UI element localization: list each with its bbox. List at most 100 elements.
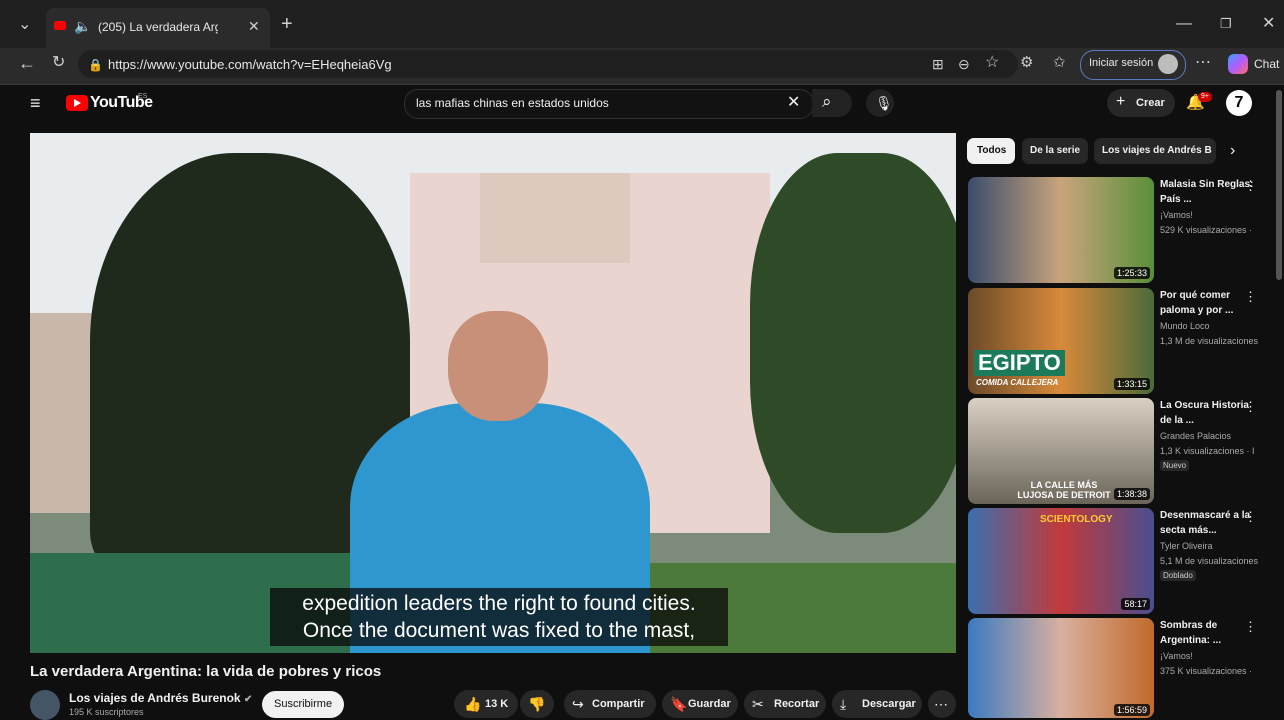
search-button[interactable]	[812, 89, 852, 117]
search-query: las mafias chinas en estados unidos	[416, 96, 609, 110]
kebab-menu-icon[interactable]: ⋮	[1244, 619, 1257, 635]
video-title: La verdadera Argentina: la vida de pobre…	[30, 663, 382, 680]
subtitle-line-1: expedition leaders the right to found ci…	[302, 592, 696, 615]
tab-list-icon[interactable]: ⌄	[18, 17, 31, 33]
subscriber-count: 195 K suscriptores	[69, 707, 144, 717]
search-icon: ⌕	[822, 92, 832, 111]
close-window-icon[interactable]: ✕	[1262, 16, 1275, 32]
create-label: Crear	[1136, 97, 1165, 109]
lock-icon[interactable]: 🔒	[88, 57, 103, 73]
tab-title: (205) La verdadera Argentina	[98, 20, 218, 34]
page-scrollbar[interactable]	[1276, 90, 1282, 280]
thumbnail-caption: SCIENTOLOGY	[1040, 514, 1113, 525]
more-menu-icon[interactable]: ⋯	[1195, 55, 1211, 71]
related-thumbnail-3[interactable]: LA CALLE MÁS LUJOSA DE DETROIT 1:38:38	[968, 398, 1154, 504]
video-player[interactable]: expedition leaders the right to found ci…	[30, 133, 956, 653]
related-channel-4: Tyler Oliveira	[1160, 541, 1213, 551]
related-thumbnail-4[interactable]: SCIENTOLOGY 58:17	[968, 508, 1154, 614]
related-meta-2: 1,3 M de visualizaciones	[1160, 336, 1259, 346]
chip-series-label: De la serie	[1030, 145, 1081, 156]
related-meta-5: 375 K visualizaciones ·	[1160, 666, 1253, 676]
youtube-favicon-icon	[54, 21, 66, 30]
favorites-icon[interactable]: ✩	[1053, 55, 1066, 71]
kebab-menu-icon[interactable]: ⋮	[1244, 289, 1257, 305]
notification-badge: 9+	[1198, 92, 1212, 102]
download-label: Descargar	[862, 698, 916, 710]
favorite-star-icon[interactable]: ☆	[985, 55, 999, 71]
download-icon: ⤓	[840, 696, 847, 712]
like-count: 13 K	[485, 698, 509, 710]
bookmark-icon: 🔖	[670, 696, 688, 712]
plus-icon: +	[1116, 93, 1126, 110]
back-icon[interactable]: ←	[18, 54, 36, 72]
duration-badge: 1:25:33	[1113, 267, 1150, 279]
clip-label: Recortar	[774, 698, 820, 710]
related-meta-1: 529 K visualizaciones ·	[1160, 225, 1253, 235]
kebab-menu-icon[interactable]: ⋮	[1244, 178, 1257, 194]
thumbnail-caption: LA CALLE MÁS LUJOSA DE DETROIT	[1017, 480, 1111, 500]
video-frame-person-head	[448, 311, 548, 421]
app-available-icon[interactable]: ⊞	[932, 56, 944, 72]
channel-name-text: Los viajes de Andrés Burenok	[69, 691, 241, 705]
thumbnail-subcaption: COMIDA CALLEJERA	[976, 378, 1059, 387]
minimize-icon[interactable]: —	[1176, 16, 1192, 32]
related-thumbnail-2[interactable]: EGIPTO COMIDA CALLEJERA 1:33:15	[968, 288, 1154, 394]
signin-label: Iniciar sesión	[1089, 57, 1154, 69]
hamburger-menu-icon[interactable]: ≡	[30, 94, 41, 112]
share-label: Compartir	[592, 698, 645, 710]
dubbed-badge: Doblado	[1160, 570, 1196, 581]
chip-channel-label: Los viajes de Andrés Bu	[1102, 145, 1212, 156]
url-text: https://www.youtube.com/watch?v=EHeqheia…	[108, 57, 392, 72]
close-tab-icon[interactable]: ✕	[248, 18, 260, 34]
account-avatar[interactable]: 7	[1226, 90, 1252, 116]
chevron-right-icon[interactable]: ›	[1230, 143, 1235, 159]
copilot-icon[interactable]	[1228, 54, 1248, 74]
save-label: Guardar	[688, 698, 731, 710]
related-channel-5: ¡Vamos!	[1160, 651, 1193, 661]
chat-label[interactable]: Chat	[1254, 57, 1279, 71]
related-title-3[interactable]: La Oscura Historia de la ...	[1160, 398, 1256, 428]
duration-badge: 1:38:38	[1113, 488, 1150, 500]
kebab-menu-icon[interactable]: ⋮	[1244, 509, 1257, 525]
related-channel-2: Mundo Loco	[1160, 321, 1210, 331]
thumbs-up-icon: 👍	[464, 696, 482, 712]
new-tab-icon[interactable]: +	[281, 14, 293, 34]
thumbnail-caption: EGIPTO	[974, 350, 1065, 376]
subscribe-label: Suscribirme	[274, 698, 333, 710]
related-thumbnail-1[interactable]: 1:25:33	[968, 177, 1154, 283]
extensions-icon[interactable]: ⚙	[1020, 55, 1033, 71]
share-icon: ↪	[572, 696, 584, 712]
related-thumbnail-5[interactable]: 1:56:59	[968, 618, 1154, 718]
profile-avatar	[1158, 54, 1178, 74]
thumbs-down-icon: 👎	[528, 696, 546, 712]
related-channel-1: ¡Vamos!	[1160, 210, 1193, 220]
video-frame-tree-right	[750, 153, 956, 533]
related-title-2[interactable]: Por qué comer paloma y por ...	[1160, 288, 1256, 318]
video-subtitles: expedition leaders the right to found ci…	[270, 588, 728, 646]
related-title-1[interactable]: Malasia Sin Reglas: País ...	[1160, 177, 1256, 207]
subtitle-line-2: Once the document was fixed to the mast,	[302, 619, 696, 642]
browser-tab[interactable]: 🔈 (205) La verdadera Argentina ✕	[46, 8, 270, 48]
related-title-4[interactable]: Desenmascaré a la secta más...	[1160, 508, 1256, 538]
duration-badge: 1:33:15	[1113, 378, 1150, 390]
video-frame-church-top	[480, 173, 630, 263]
new-badge: Nuevo	[1160, 460, 1190, 471]
verified-icon: ✔	[243, 694, 253, 705]
duration-badge: 1:56:59	[1113, 704, 1150, 716]
related-meta-3: 1,3 K visualizaciones · I	[1160, 446, 1255, 456]
reload-icon[interactable]: ↻	[52, 55, 65, 71]
chip-all-label: Todos	[977, 145, 1007, 156]
more-icon: ⋯	[934, 696, 948, 712]
kebab-menu-icon[interactable]: ⋮	[1244, 399, 1257, 415]
speaker-icon[interactable]: 🔈	[74, 18, 91, 34]
maximize-icon[interactable]: ❐	[1220, 16, 1232, 32]
related-title-5[interactable]: Sombras de Argentina: ...	[1160, 618, 1256, 648]
clear-search-icon[interactable]: ✕	[787, 95, 800, 111]
channel-avatar[interactable]	[30, 690, 60, 720]
related-channel-3: Grandes Palacios	[1160, 431, 1232, 441]
duration-badge: 58:17	[1121, 598, 1150, 610]
zoom-icon[interactable]: ⊖	[958, 56, 970, 72]
channel-name[interactable]: Los viajes de Andrés Burenok ✔	[69, 691, 252, 705]
scissors-icon: ✂	[752, 696, 764, 712]
related-meta-4: 5,1 M de visualizaciones	[1160, 556, 1259, 566]
